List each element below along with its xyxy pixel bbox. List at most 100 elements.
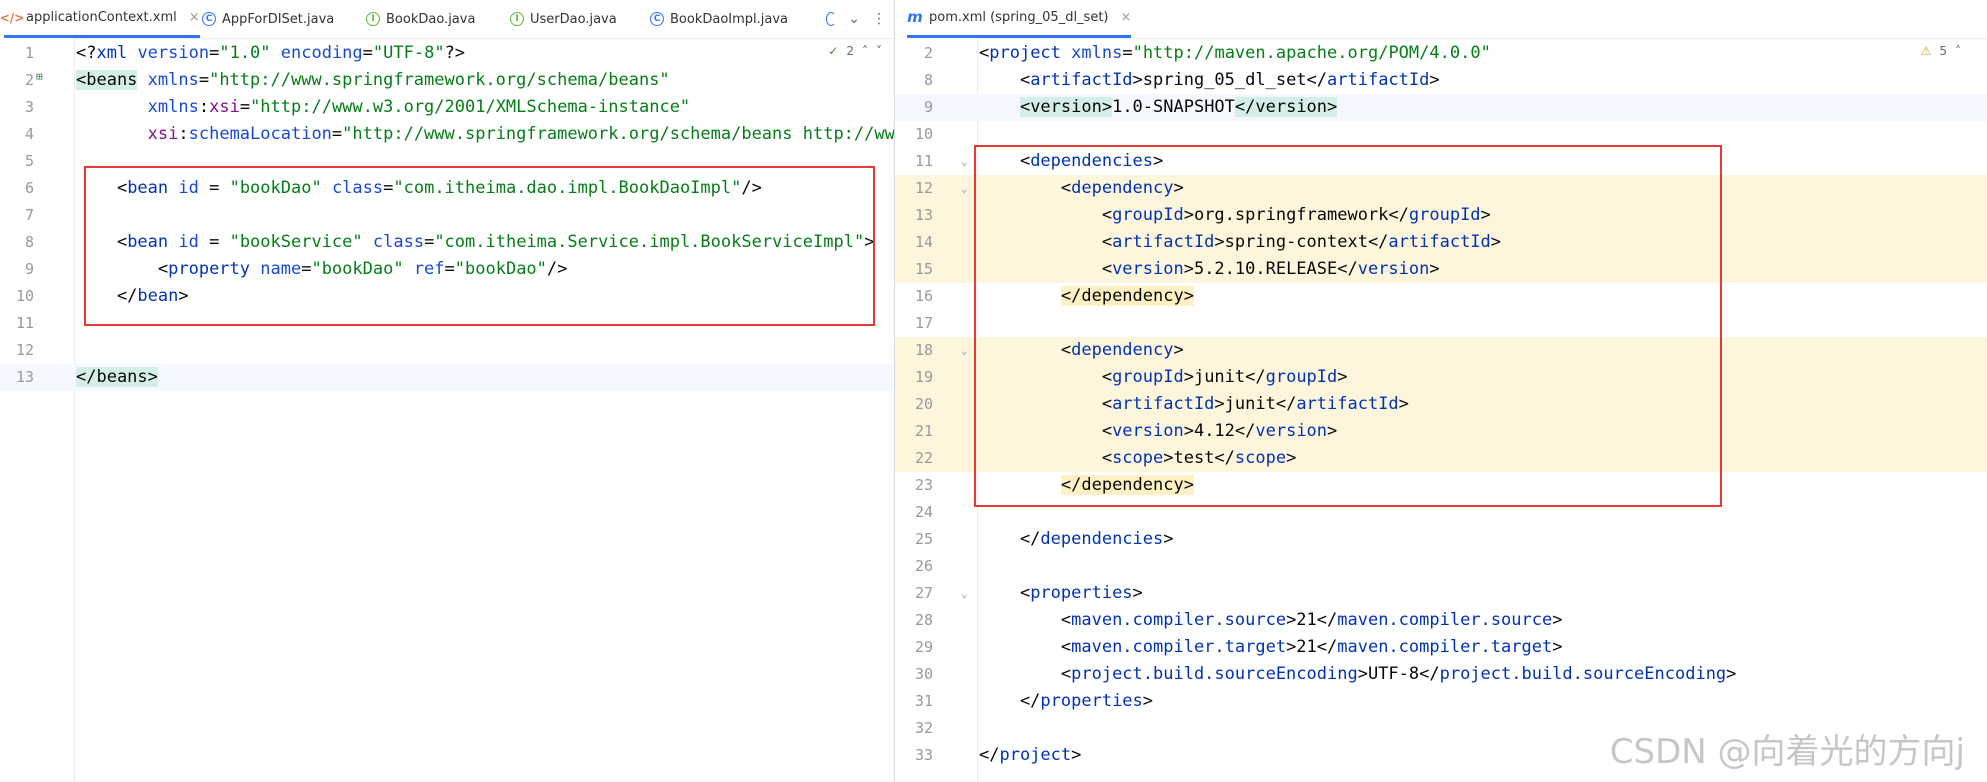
line-number[interactable]: 25 <box>895 526 933 553</box>
line-number[interactable]: 15 <box>895 256 933 283</box>
code-line[interactable]: 27 ⌄ <properties> <box>895 580 1987 607</box>
line-number[interactable]: 26 <box>895 553 933 580</box>
line-number[interactable]: 20 <box>895 391 933 418</box>
line-number[interactable]: 12 <box>0 337 34 364</box>
code-line[interactable]: 13 </beans> <box>0 364 894 391</box>
code-line[interactable]: 9 <property name="bookDao" ref="bookDao"… <box>0 256 894 283</box>
close-icon[interactable]: × <box>1121 10 1132 25</box>
more-options-icon[interactable]: ⋮ <box>872 11 886 27</box>
code-line[interactable]: 2 <beans xmlns="http://www.springframewor… <box>0 67 894 94</box>
tab-userdao-java[interactable]: I UserDao.java <box>510 0 617 38</box>
code-line[interactable]: 15 <version>5.2.10.RELEASE</version> <box>895 256 1987 283</box>
code-line[interactable]: 28 <maven.compiler.source>21</maven.comp… <box>895 607 1987 634</box>
line-number[interactable]: 13 <box>0 364 34 391</box>
code-line[interactable]: 9 <version>1.0-SNAPSHOT</version> <box>895 94 1987 121</box>
code-line[interactable]: 11 ⌄ <dependencies> <box>895 148 1987 175</box>
code-line[interactable]: 1 <?xml version="1.0" encoding="UTF-8"?> <box>0 40 894 67</box>
line-number[interactable]: 5 <box>0 148 34 175</box>
line-number[interactable]: 12 <box>895 175 933 202</box>
code-token: groupId <box>1112 367 1184 387</box>
code-line[interactable]: 18 ⌄ <dependency> <box>895 337 1987 364</box>
code-text: xsi:schemaLocation="http://www.springfra… <box>76 121 894 148</box>
code-token: < <box>979 43 990 63</box>
code-line[interactable]: 31 </properties> <box>895 688 1987 715</box>
code-line[interactable]: 6 <bean id = "bookDao" class="com.itheim… <box>0 175 894 202</box>
line-number[interactable]: 21 <box>895 418 933 445</box>
code-line[interactable]: 7 <box>0 202 894 229</box>
line-number[interactable]: 24 <box>895 499 933 526</box>
line-number[interactable]: 3 <box>0 94 34 121</box>
code-line[interactable]: 20 <artifactId>junit</artifactId> <box>895 391 1987 418</box>
code-line[interactable]: 19 <groupId>junit</groupId> <box>895 364 1987 391</box>
line-number[interactable]: 30 <box>895 661 933 688</box>
line-number[interactable]: 11 <box>0 310 34 337</box>
code-line[interactable]: 12 <box>0 337 894 364</box>
code-line[interactable]: 2 <project xmlns="http://maven.apache.org… <box>895 40 1987 67</box>
line-number[interactable]: 18 <box>895 337 933 364</box>
line-number[interactable]: 14 <box>895 229 933 256</box>
fold-icon[interactable]: ⌄ <box>961 337 968 364</box>
line-number[interactable]: 22 <box>895 445 933 472</box>
line-number[interactable]: 29 <box>895 634 933 661</box>
code-line[interactable]: 12 ⌄ <dependency> <box>895 175 1987 202</box>
line-number[interactable]: 7 <box>0 202 34 229</box>
line-number[interactable]: 31 <box>895 688 933 715</box>
code-line[interactable]: 4 xsi:schemaLocation="http://www.springf… <box>0 121 894 148</box>
code-line[interactable]: 21 <version>4.12</version> <box>895 418 1987 445</box>
code-line[interactable]: 23 </dependency> <box>895 472 1987 499</box>
line-number[interactable]: 19 <box>895 364 933 391</box>
line-number[interactable]: 11 <box>895 148 933 175</box>
line-number[interactable]: 9 <box>895 94 933 121</box>
code-line[interactable]: 16 </dependency> <box>895 283 1987 310</box>
code-line[interactable]: 11 <box>0 310 894 337</box>
code-line[interactable]: 30 <project.build.sourceEncoding>UTF-8</… <box>895 661 1987 688</box>
line-number[interactable]: 13 <box>895 202 933 229</box>
code-text: <groupId>org.springframework</groupId> <box>979 202 1491 229</box>
code-line[interactable]: 24 <box>895 499 1987 526</box>
code-line[interactable]: 10 </bean> <box>0 283 894 310</box>
line-number[interactable]: 17 <box>895 310 933 337</box>
code-line[interactable]: 22 <scope>test</scope> <box>895 445 1987 472</box>
bean-gutter-icon[interactable]: ⊞ <box>36 70 43 83</box>
tab-appfordiset-java[interactable]: C AppForDISet.java <box>202 0 334 38</box>
tab-pom-xml[interactable]: m pom.xml (spring_05_dl_set) × <box>907 0 1132 38</box>
code-line[interactable]: 13 <groupId>org.springframework</groupId… <box>895 202 1987 229</box>
line-number[interactable]: 6 <box>0 175 34 202</box>
tab-applicationcontext-xml[interactable]: </> applicationContext.xml × <box>0 0 200 38</box>
line-number[interactable]: 8 <box>895 67 933 94</box>
code-line[interactable]: 29 <maven.compiler.target>21</maven.comp… <box>895 634 1987 661</box>
line-number[interactable]: 32 <box>895 715 933 742</box>
code-line[interactable]: 26 <box>895 553 1987 580</box>
line-number[interactable]: 16 <box>895 283 933 310</box>
code-line[interactable]: 10 <box>895 121 1987 148</box>
line-number[interactable]: 9 <box>0 256 34 283</box>
fold-icon[interactable]: ⌄ <box>961 580 968 607</box>
line-number[interactable]: 33 <box>895 742 933 769</box>
line-number[interactable]: 10 <box>0 283 34 310</box>
code-line[interactable]: 8 <artifactId>spring_05_dl_set</artifact… <box>895 67 1987 94</box>
line-number[interactable]: 4 <box>0 121 34 148</box>
line-number[interactable]: 8 <box>0 229 34 256</box>
code-line[interactable]: 14 <artifactId>spring-context</artifactI… <box>895 229 1987 256</box>
close-icon[interactable]: × <box>189 10 200 25</box>
code-line[interactable]: 17 <box>895 310 1987 337</box>
code-text: <project.build.sourceEncoding>UTF-8</pro… <box>979 661 1737 688</box>
line-number[interactable]: 28 <box>895 607 933 634</box>
code-token: < <box>979 421 1113 441</box>
fold-icon[interactable]: ⌄ <box>961 148 968 175</box>
line-number[interactable]: 2 <box>895 40 933 67</box>
line-number[interactable]: 2 <box>0 67 34 94</box>
line-number[interactable]: 27 <box>895 580 933 607</box>
line-number[interactable]: 1 <box>0 40 34 67</box>
line-number[interactable]: 23 <box>895 472 933 499</box>
line-number[interactable]: 10 <box>895 121 933 148</box>
code-line[interactable]: 8 <bean id = "bookService" class="com.it… <box>0 229 894 256</box>
tab-bookdaoimpl-java[interactable]: C BookDaoImpl.java <box>650 0 788 38</box>
tab-bookdao-java[interactable]: I BookDao.java <box>366 0 475 38</box>
chevron-down-icon[interactable]: ⌄ <box>848 11 860 27</box>
code-token: < <box>76 178 128 198</box>
code-line[interactable]: 3 xmlns:xsi="http://www.w3.org/2001/XMLS… <box>0 94 894 121</box>
code-line[interactable]: 25 </dependencies> <box>895 526 1987 553</box>
code-line[interactable]: 5 <box>0 148 894 175</box>
fold-icon[interactable]: ⌄ <box>961 175 968 202</box>
